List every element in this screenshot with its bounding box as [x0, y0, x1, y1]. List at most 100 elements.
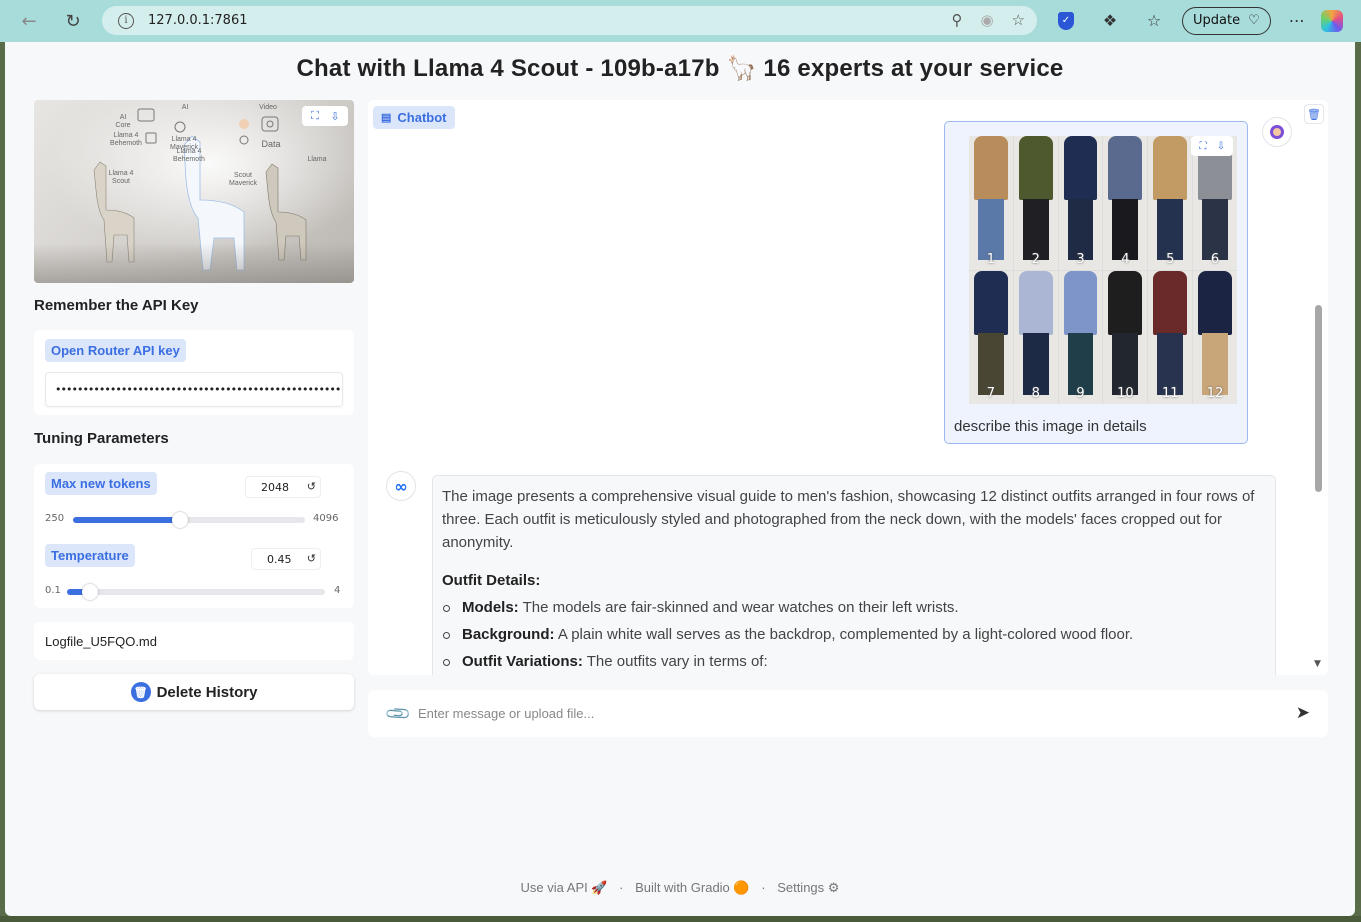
hero-image-toolbar: ⛶ ⇩ — [302, 106, 348, 126]
hero-label-llama: Llama — [307, 156, 327, 163]
outfit-cell: 3 — [1058, 136, 1103, 270]
outfit-image[interactable]: 1 2 3 4 5 6 7 8 9 10 11 12 — [969, 136, 1237, 404]
outfit-cell: 8 — [1013, 270, 1058, 404]
hero-floor — [34, 243, 354, 283]
outfit-number: 1 — [986, 251, 996, 267]
favorites-icon[interactable]: ☆ — [1138, 6, 1170, 35]
list-item: Background: A plain white wall serves as… — [442, 623, 1266, 646]
api-key-label: Open Router API key — [45, 339, 186, 362]
temperature-max: 4 — [334, 585, 341, 596]
footer: Use via API 🚀 · Built with Gradio 🟠 · Se… — [520, 880, 840, 895]
reload-icon[interactable]: ↻ — [57, 5, 89, 37]
outfit-number: 10 — [1117, 386, 1134, 401]
page-title: Chat with Llama 4 Scout - 109b-a17b 🦙 16… — [296, 55, 1064, 82]
bot-message: The image presents a comprehensive visua… — [432, 475, 1276, 675]
outfit-cell: 1 — [969, 136, 1013, 270]
more-menu-icon[interactable]: ⋯ — [1281, 6, 1313, 35]
max-tokens-handle[interactable] — [172, 512, 189, 528]
reset-icon[interactable]: ↺ — [307, 480, 316, 493]
update-button[interactable]: Update ♡ — [1182, 6, 1271, 35]
delete-history-label: Delete History — [156, 683, 258, 701]
api-key-input[interactable]: ••••••••••••••••••••••••••••••••••••••••… — [45, 372, 343, 407]
scroll-down-icon[interactable]: ▼ — [1314, 659, 1321, 669]
hero-label-ai: AI — [181, 104, 189, 111]
trash-icon: 🗑 — [130, 682, 151, 702]
delete-history-button[interactable]: 🗑 Delete History — [34, 674, 354, 710]
temperature-handle[interactable] — [82, 584, 99, 600]
user-message-text: describe this image in details — [954, 418, 1147, 435]
fullscreen-icon[interactable]: ⛶ — [306, 108, 324, 124]
desktop-background — [0, 916, 1361, 922]
extensions-puzzle-icon[interactable]: ❖ — [1094, 6, 1126, 35]
chat-scrollbar[interactable]: ▼ — [1312, 100, 1324, 675]
tuning-panel: Max new tokens 2048 ↺ 250 4096 Temperatu… — [34, 464, 354, 608]
hero-label-llama4-scout: Llama 4 Scout — [108, 170, 134, 185]
outfit-number: 7 — [986, 386, 996, 401]
list-item: Models: The models are fair-skinned and … — [442, 596, 1266, 619]
scroll-thumb[interactable] — [1315, 305, 1322, 492]
tuning-heading: Tuning Parameters — [34, 430, 169, 447]
back-icon[interactable]: ← — [13, 5, 45, 37]
outfit-number: 12 — [1206, 386, 1224, 401]
max-tokens-input[interactable]: 2048 ↺ — [245, 476, 321, 498]
chatbot-label: ▤ Chatbot — [373, 106, 455, 129]
temperature-slider[interactable] — [67, 584, 325, 600]
outfit-number: 4 — [1121, 251, 1130, 267]
gradio-app: Chat with Llama 4 Scout - 109b-a17b 🦙 16… — [5, 42, 1355, 916]
hero-image: AI Core Llama 4 Behemoth AI Llama 4 Mave… — [34, 100, 354, 283]
outfit-number: 9 — [1076, 386, 1085, 401]
fullscreen-icon[interactable]: ⛶ — [1195, 138, 1211, 154]
message-input-bar: 📎 ➤ — [368, 690, 1328, 737]
built-with-gradio-link[interactable]: Built with Gradio 🟠 — [635, 880, 749, 895]
attach-file-icon[interactable]: 📎 — [384, 699, 413, 728]
hero-label-ai-core: AI Core — [115, 114, 131, 129]
list-item: Outfit Variations: The outfits vary in t… — [442, 650, 1266, 673]
user-message: 1 2 3 4 5 6 7 8 9 10 11 12 ⛶ ⇩ describe this image … — [944, 121, 1248, 444]
bot-section-heading: Outfit Details: — [442, 572, 541, 589]
outfit-cell: 11 — [1148, 270, 1193, 404]
browser-toolbar: ← ↻ i 127.0.0.1:7861 ⚲ ◉ ☆ ✓ ❖ ☆ Update … — [0, 0, 1361, 42]
bot-intro: The image presents a comprehensive visua… — [442, 488, 1255, 551]
copilot-icon[interactable] — [1320, 9, 1343, 32]
download-icon[interactable]: ⇩ — [326, 108, 344, 124]
user-avatar — [1262, 117, 1292, 147]
api-section-heading: Remember the API Key — [34, 297, 199, 314]
bot-list: Models: The models are fair-skinned and … — [442, 596, 1266, 673]
shield-extension-icon[interactable]: ✓ — [1050, 6, 1082, 35]
address-bar[interactable]: i 127.0.0.1:7861 ⚲ ◉ ☆ — [102, 6, 1037, 35]
temperature-input[interactable]: 0.45 ↺ — [251, 548, 321, 570]
send-icon[interactable]: ➤ — [1296, 703, 1310, 723]
chatbot-label-text: Chatbot — [397, 110, 447, 125]
temperature-value: 0.45 — [267, 552, 292, 566]
reset-icon[interactable]: ↺ — [307, 552, 316, 565]
temperature-min: 0.1 — [45, 585, 61, 596]
outfit-cell: 4 — [1103, 136, 1148, 270]
max-tokens-value: 2048 — [261, 480, 289, 494]
chat-bubble-icon: ▤ — [381, 112, 392, 124]
zoom-icon[interactable]: ⚲ — [951, 11, 962, 29]
outfit-cell: 5 — [1148, 136, 1193, 270]
api-key-panel: Open Router API key ••••••••••••••••••••… — [34, 330, 354, 415]
site-info-icon[interactable]: i — [118, 12, 134, 29]
outfit-number: 2 — [1031, 251, 1040, 267]
settings-link[interactable]: Settings ⚙ — [777, 880, 839, 895]
outfit-cell: 12 — [1193, 270, 1237, 404]
message-input[interactable] — [418, 700, 1268, 726]
outfit-number: 8 — [1031, 386, 1040, 401]
outfit-number: 5 — [1166, 251, 1175, 267]
translate-icon[interactable]: ◉ — [980, 11, 993, 29]
max-tokens-slider[interactable] — [73, 512, 305, 528]
hero-label-video: Video — [259, 104, 277, 111]
max-tokens-label: Max new tokens — [45, 472, 157, 495]
logfile-name: Logfile_U5FQO.md — [34, 622, 354, 660]
use-via-api-link[interactable]: Use via API 🚀 — [521, 880, 608, 895]
chatbot-panel: ▤ Chatbot 🗑 1 2 3 4 5 6 7 8 9 10 11 12 ⛶ ⇩ describe… — [368, 100, 1328, 675]
favorite-star-icon[interactable]: ☆ — [1012, 11, 1025, 29]
download-icon[interactable]: ⇩ — [1213, 138, 1229, 154]
heart-pulse-icon: ♡ — [1248, 13, 1260, 28]
hero-label-llama4-behemoth: Llama 4 Behemoth — [110, 132, 142, 147]
hero-label-data: Data — [261, 139, 281, 149]
update-label: Update — [1193, 13, 1241, 28]
meta-logo-icon: ∞ — [386, 471, 416, 501]
temperature-label: Temperature — [45, 544, 135, 567]
